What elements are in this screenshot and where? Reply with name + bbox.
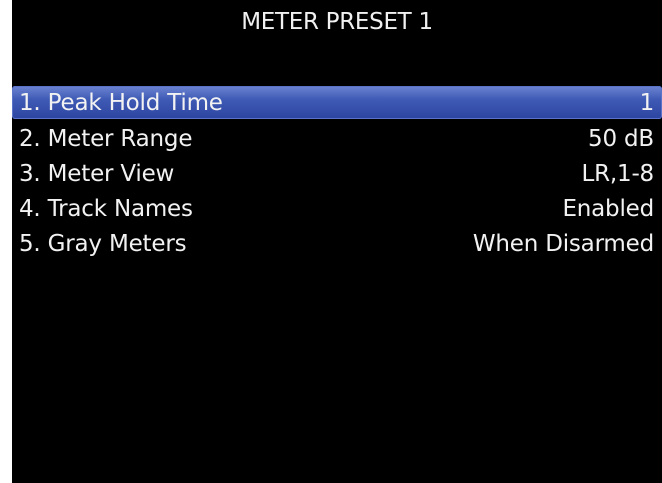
menu-item-label: 4. Track Names (19, 195, 193, 222)
menu-item-meter-view[interactable]: 3. Meter View LR,1-8 (12, 156, 662, 191)
menu-item-label: 5. Gray Meters (19, 230, 187, 257)
menu-item-peak-hold-time[interactable]: 1. Peak Hold Time 1 (12, 86, 662, 119)
menu-item-value: When Disarmed (472, 230, 654, 257)
menu-item-meter-range[interactable]: 2. Meter Range 50 dB (12, 121, 662, 156)
settings-menu: 1. Peak Hold Time 1 2. Meter Range 50 dB… (12, 86, 662, 261)
device-screen: METER PRESET 1 1. Peak Hold Time 1 2. Me… (12, 0, 662, 483)
menu-item-gray-meters[interactable]: 5. Gray Meters When Disarmed (12, 226, 662, 261)
menu-item-value: Enabled (562, 195, 654, 222)
menu-item-label: 3. Meter View (19, 160, 175, 187)
menu-item-label: 2. Meter Range (19, 125, 193, 152)
menu-item-value: 50 dB (588, 125, 654, 152)
menu-item-label: 1. Peak Hold Time (19, 89, 223, 116)
screen-title: METER PRESET 1 (241, 9, 433, 35)
menu-item-value: LR,1-8 (581, 160, 655, 187)
menu-item-value: 1 (639, 89, 655, 116)
menu-item-track-names[interactable]: 4. Track Names Enabled (12, 191, 662, 226)
